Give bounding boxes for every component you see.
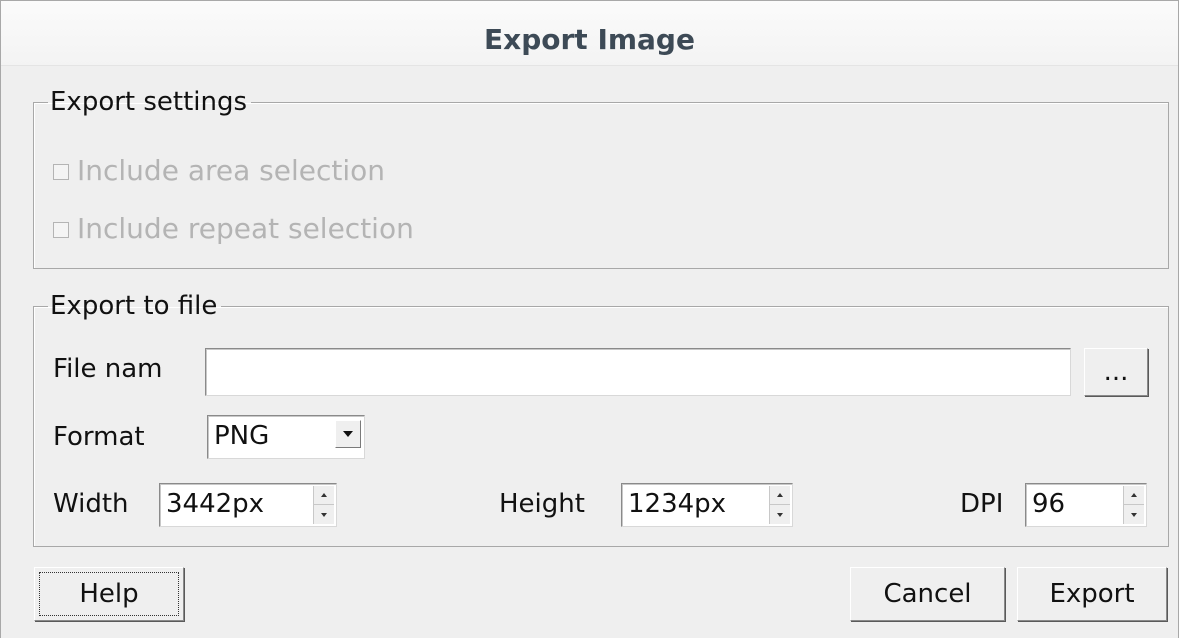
width-spin-buttons[interactable] bbox=[313, 486, 334, 524]
format-dropdown-button[interactable] bbox=[335, 420, 361, 448]
format-value: PNG bbox=[214, 421, 270, 451]
width-spinbox[interactable]: 3442px bbox=[159, 483, 337, 527]
export-button[interactable]: Export bbox=[1017, 567, 1167, 621]
width-label: Width bbox=[53, 489, 129, 519]
height-spinbox[interactable]: 1234px bbox=[621, 483, 793, 527]
spin-down-icon[interactable] bbox=[1124, 505, 1144, 524]
height-label: Height bbox=[499, 489, 585, 519]
chevron-down-icon bbox=[343, 431, 353, 437]
help-button-label: Help bbox=[79, 579, 139, 609]
export-to-file-legend: Export to file bbox=[50, 291, 218, 321]
export-button-label: Export bbox=[1049, 579, 1135, 609]
export-settings-legend: Export settings bbox=[50, 87, 248, 117]
file-name-input[interactable] bbox=[206, 349, 1070, 395]
dpi-spinbox[interactable]: 96 bbox=[1025, 483, 1147, 527]
spin-down-icon[interactable] bbox=[770, 505, 790, 524]
file-name-label: File nam bbox=[53, 354, 163, 384]
cancel-button-label: Cancel bbox=[883, 579, 972, 609]
browse-button[interactable]: ... bbox=[1084, 348, 1148, 396]
cancel-button[interactable]: Cancel bbox=[850, 567, 1005, 621]
file-name-field[interactable] bbox=[205, 348, 1071, 396]
title-divider bbox=[1, 65, 1178, 66]
dpi-spin-buttons[interactable] bbox=[1123, 486, 1144, 524]
include-area-selection-label: Include area selection bbox=[77, 153, 386, 187]
format-label: Format bbox=[53, 422, 145, 452]
spin-down-icon[interactable] bbox=[314, 505, 334, 524]
dpi-value: 96 bbox=[1032, 489, 1066, 519]
checkbox-icon bbox=[53, 163, 69, 180]
include-area-selection-checkbox[interactable]: Include area selection bbox=[53, 153, 385, 187]
spin-up-icon[interactable] bbox=[314, 486, 334, 505]
format-dropdown[interactable]: PNG bbox=[207, 415, 365, 459]
height-spin-buttons[interactable] bbox=[769, 486, 790, 524]
dpi-label: DPI bbox=[960, 489, 1004, 519]
include-repeat-selection-checkbox[interactable]: Include repeat selection bbox=[53, 211, 414, 245]
include-repeat-selection-label: Include repeat selection bbox=[77, 211, 414, 245]
height-value: 1234px bbox=[628, 489, 727, 519]
width-value: 3442px bbox=[166, 489, 265, 519]
dialog-title: Export Image bbox=[1, 1, 1178, 65]
export-image-dialog: Export Image Export settings Include are… bbox=[0, 0, 1179, 638]
help-button[interactable]: Help bbox=[34, 567, 184, 621]
browse-button-label: ... bbox=[1103, 357, 1129, 387]
spin-up-icon[interactable] bbox=[1124, 486, 1144, 505]
spin-up-icon[interactable] bbox=[770, 486, 790, 505]
checkbox-icon bbox=[53, 221, 69, 238]
